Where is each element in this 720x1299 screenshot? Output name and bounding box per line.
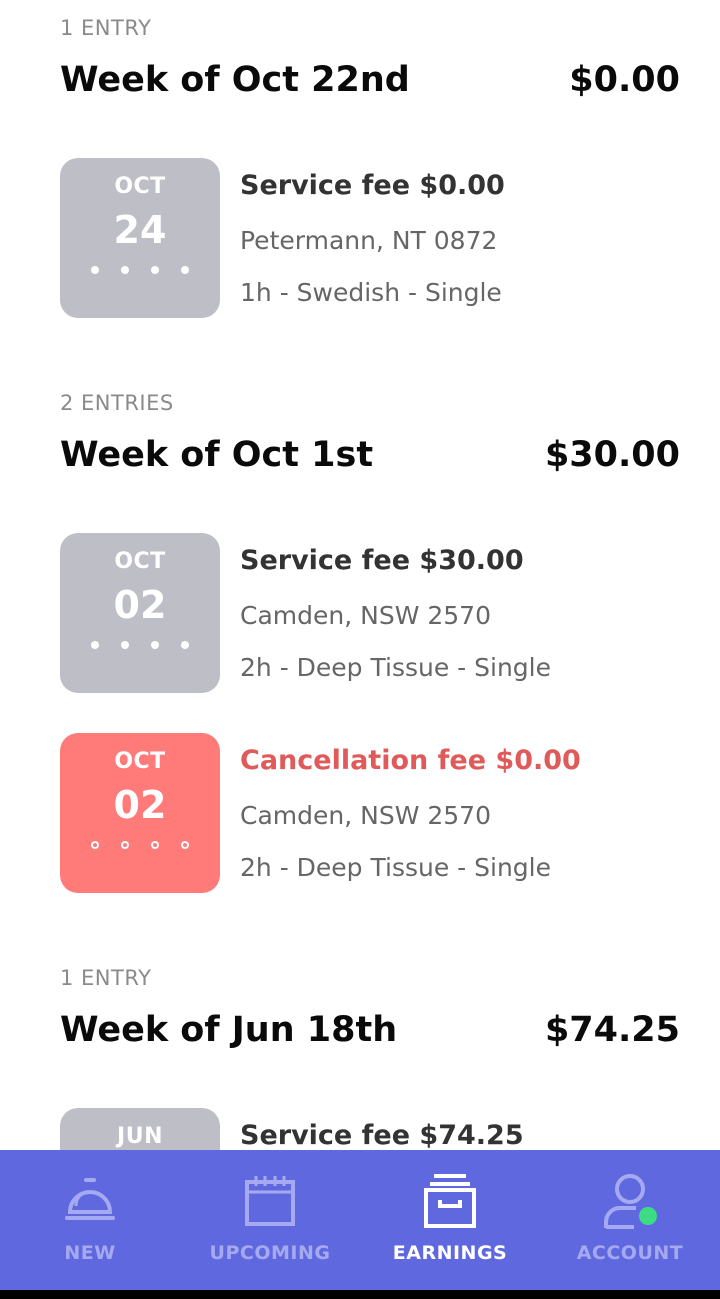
user-icon [604, 1174, 659, 1229]
entry-fee: Service fee $0.00 [240, 170, 505, 201]
earning-entry[interactable]: JUN Service fee $74.25 [60, 1108, 680, 1150]
hollow-dots-icon [60, 841, 220, 851]
tab-label: ACCOUNT [576, 1242, 684, 1264]
week-title: Week of Jun 18th [60, 1010, 398, 1050]
entry-fee: Service fee $74.25 [240, 1120, 524, 1150]
calendar-icon [245, 1176, 295, 1226]
entry-description: 2h - Deep Tissue - Single [240, 853, 551, 882]
date-month: OCT [114, 749, 166, 774]
earning-entry-cancellation[interactable]: OCT 02 Cancellation fee $0.00 Camden, NS… [60, 733, 680, 893]
entry-location: Camden, NSW 2570 [240, 601, 491, 630]
tab-account[interactable]: ACCOUNT [540, 1150, 720, 1290]
date-month: JUN [117, 1124, 163, 1149]
date-day: 02 [113, 783, 167, 827]
bell-icon [65, 1178, 115, 1220]
week-total: $30.00 [544, 435, 680, 475]
archive-box-icon [424, 1174, 476, 1228]
tab-new[interactable]: NEW [0, 1150, 180, 1290]
week-title: Week of Oct 22nd [60, 60, 410, 100]
dots-icon [60, 266, 220, 276]
entry-description: 2h - Deep Tissue - Single [240, 653, 551, 682]
date-badge: JUN [60, 1108, 220, 1150]
tab-label: NEW [64, 1242, 116, 1264]
earning-entry[interactable]: OCT 24 Service fee $0.00 Petermann, NT 0… [60, 158, 680, 318]
date-month: OCT [114, 549, 166, 574]
earning-entry[interactable]: OCT 02 Service fee $30.00 Camden, NSW 25… [60, 533, 680, 693]
date-day: 24 [113, 208, 167, 252]
cancellation-fee: Cancellation fee $0.00 [240, 745, 581, 776]
entry-location: Camden, NSW 2570 [240, 801, 491, 830]
week-title: Week of Oct 1st [60, 435, 374, 475]
tab-label: EARNINGS [392, 1242, 508, 1264]
earnings-list: 1 ENTRY Week of Oct 22nd $0.00 OCT 24 Se… [0, 0, 720, 1150]
week-total: $74.25 [544, 1010, 680, 1050]
date-badge-cancelled: OCT 02 [60, 733, 220, 893]
tab-upcoming[interactable]: UPCOMING [180, 1150, 360, 1290]
week-entry-count: 1 ENTRY [60, 16, 152, 40]
bottom-tab-bar: NEW UPCOMING EARNINGS ACCOUNT [0, 1150, 720, 1290]
tab-label: UPCOMING [209, 1242, 331, 1264]
entry-fee: Service fee $30.00 [240, 545, 524, 576]
tab-earnings[interactable]: EARNINGS [360, 1150, 540, 1290]
entry-location: Petermann, NT 0872 [240, 226, 498, 255]
system-nav-bar [0, 1290, 720, 1299]
week-total: $0.00 [569, 60, 680, 100]
date-badge: OCT 24 [60, 158, 220, 318]
dots-icon [60, 641, 220, 651]
date-badge: OCT 02 [60, 533, 220, 693]
week-entry-count: 2 ENTRIES [60, 391, 174, 415]
week-entry-count: 1 ENTRY [60, 966, 152, 990]
entry-description: 1h - Swedish - Single [240, 278, 502, 307]
date-day: 02 [113, 583, 167, 627]
date-month: OCT [114, 174, 166, 199]
